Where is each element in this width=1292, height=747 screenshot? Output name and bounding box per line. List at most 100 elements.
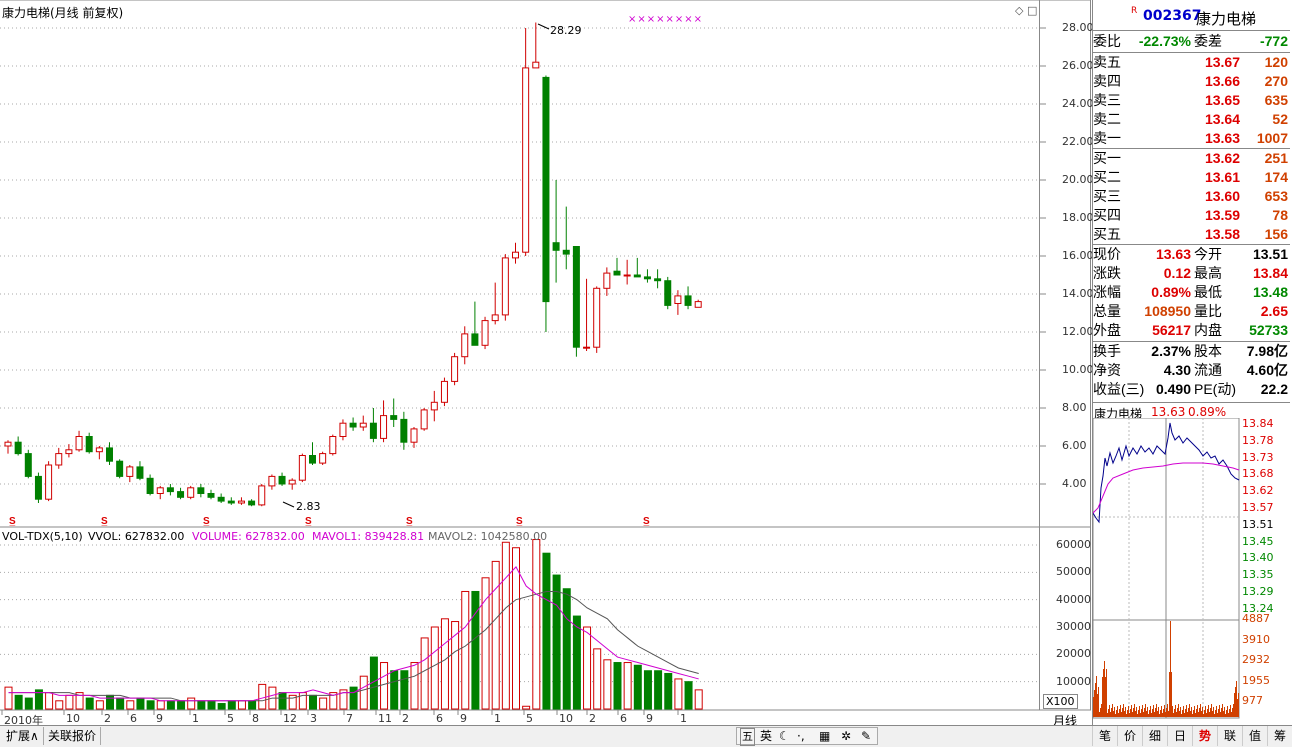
tab-expand[interactable]: 扩展∧	[2, 727, 44, 745]
candle-body	[207, 493, 215, 498]
ime-english-icon[interactable]: 英	[760, 728, 772, 744]
buy-level-row[interactable]: 买四 13.59 78	[1093, 206, 1290, 225]
vol-indicator-name[interactable]: VOL-TDX(5,10)	[2, 530, 83, 543]
candle-body	[24, 453, 32, 477]
settings-icon[interactable]: ✲	[841, 728, 851, 744]
candle-body	[461, 333, 469, 358]
vvol-value: VVOL: 627832.00	[88, 530, 185, 543]
price-tick-label: 20.00	[1062, 173, 1094, 186]
stock-code: 002367	[1143, 8, 1202, 24]
candle-body	[400, 418, 408, 443]
tab-7[interactable]: 筹	[1267, 726, 1292, 746]
volume-bar	[207, 700, 216, 710]
date-label: 1	[680, 712, 687, 725]
candle-body	[65, 449, 73, 455]
candle-body	[603, 272, 611, 289]
candle-body	[95, 447, 103, 453]
candle-body	[572, 246, 580, 348]
quote-fundamental-row: 净资 4.30 流通 4.60亿	[1093, 362, 1288, 378]
intraday-volume-tick: 1955	[1242, 673, 1270, 687]
buy-level-row[interactable]: 买五 13.58 156	[1093, 225, 1290, 244]
sell-level-row[interactable]: 卖五 13.67 120	[1093, 53, 1290, 72]
volume-bar	[187, 697, 196, 710]
event-marker-icon[interactable]: S̲	[9, 516, 16, 527]
volume-bar	[623, 662, 632, 710]
date-label: 5	[526, 712, 533, 725]
date-label: 11	[378, 712, 392, 725]
candle-body	[146, 477, 154, 494]
tab-2[interactable]: 细	[1142, 726, 1167, 746]
volume-bar	[410, 662, 419, 710]
square-icon[interactable]: □	[1027, 4, 1037, 17]
candle-body	[187, 487, 195, 498]
quote-fundamental-row: 收益(三) 0.490 PE(动) 22.2	[1093, 381, 1288, 397]
volume-bar	[95, 700, 104, 710]
intraday-price-tick: 13.29	[1242, 585, 1274, 598]
intraday-price-tick: 13.57	[1242, 501, 1274, 514]
quote-stat-row: 外盘 56217 内盘 52733	[1093, 322, 1288, 338]
buy-level-row[interactable]: 买一 13.62 251	[1093, 149, 1290, 168]
tool-icon[interactable]: ✎	[861, 728, 871, 744]
candle-body	[227, 500, 235, 504]
candle-body	[694, 301, 702, 308]
candle-body	[237, 500, 245, 504]
keyboard-icon[interactable]: ▦	[819, 728, 830, 744]
tab-6[interactable]: 值	[1242, 726, 1267, 746]
volume-bar	[583, 626, 592, 710]
volume-bar	[501, 541, 510, 710]
candle-body	[278, 475, 286, 485]
intraday-pct: 0.89%	[1188, 405, 1227, 419]
intraday-price-tick: 13.40	[1242, 551, 1274, 565]
tab-1[interactable]: 价	[1117, 726, 1142, 746]
date-label: 6	[620, 712, 627, 725]
tab-5[interactable]: 联	[1217, 726, 1242, 746]
date-label: 7	[346, 712, 353, 725]
volume-bar	[674, 678, 683, 710]
tab-4[interactable]: 势	[1192, 726, 1217, 746]
tab-0[interactable]: 笔	[1092, 726, 1117, 746]
sell-level-row[interactable]: 卖一 13.63 1007	[1093, 129, 1290, 148]
event-marker-icon[interactable]: S̲	[516, 516, 523, 527]
candle-body	[339, 422, 347, 438]
event-marker-icon[interactable]: S̲	[406, 516, 413, 527]
candle-body	[116, 460, 124, 477]
volume-bar	[258, 683, 267, 710]
ime-wubi-icon[interactable]: 五	[740, 728, 755, 746]
tab-3[interactable]: 日	[1167, 726, 1192, 746]
max-price-marker: 28.29	[550, 24, 582, 37]
candle-body	[552, 242, 560, 251]
buy-level-row[interactable]: 买二 13.61 174	[1093, 168, 1290, 187]
candle-body	[623, 274, 631, 277]
event-marker-icon[interactable]: S̲	[305, 516, 312, 527]
event-marker-icon[interactable]: S̲	[101, 516, 108, 527]
candle-body	[430, 401, 438, 411]
candle-body	[501, 257, 509, 316]
max-arrow	[537, 23, 550, 30]
volume-bar	[491, 560, 500, 710]
intraday-volume-tick: 3910	[1242, 632, 1270, 646]
volume-bar	[85, 697, 94, 710]
tab-related-quotes[interactable]: 关联报价	[44, 727, 102, 745]
intraday-volume-tick: 4887	[1242, 612, 1270, 625]
dot-icon[interactable]: ·,	[797, 728, 805, 744]
event-marker-icon[interactable]: S̲	[643, 516, 650, 527]
volume-bar	[532, 539, 541, 710]
candle-body	[319, 453, 327, 464]
volume-bar	[197, 700, 206, 710]
volume-tick-label: 10000	[1056, 674, 1091, 688]
candle-body	[410, 428, 418, 443]
diamond-icon[interactable]: ◇	[1015, 4, 1023, 17]
sell-level-row[interactable]: 卖二 13.64 52	[1093, 110, 1290, 129]
sell-level-row[interactable]: 卖四 13.66 270	[1093, 72, 1290, 91]
candle-body	[166, 487, 174, 493]
buy-level-row[interactable]: 买三 13.60 653	[1093, 187, 1290, 206]
price-tick-label: 4.00	[1062, 477, 1087, 490]
sell-level-row[interactable]: 卖三 13.65 635	[1093, 91, 1290, 110]
candle-body	[613, 270, 621, 276]
candle-body	[390, 415, 398, 420]
event-marker-icon[interactable]: S̲	[203, 516, 210, 527]
candle-body	[34, 475, 42, 500]
moon-icon[interactable]: ☾	[779, 728, 790, 744]
candle-body	[654, 278, 662, 282]
ime-toolbar[interactable]: 五 英 ☾ ·, ▦ ✲ ✎	[736, 727, 878, 746]
